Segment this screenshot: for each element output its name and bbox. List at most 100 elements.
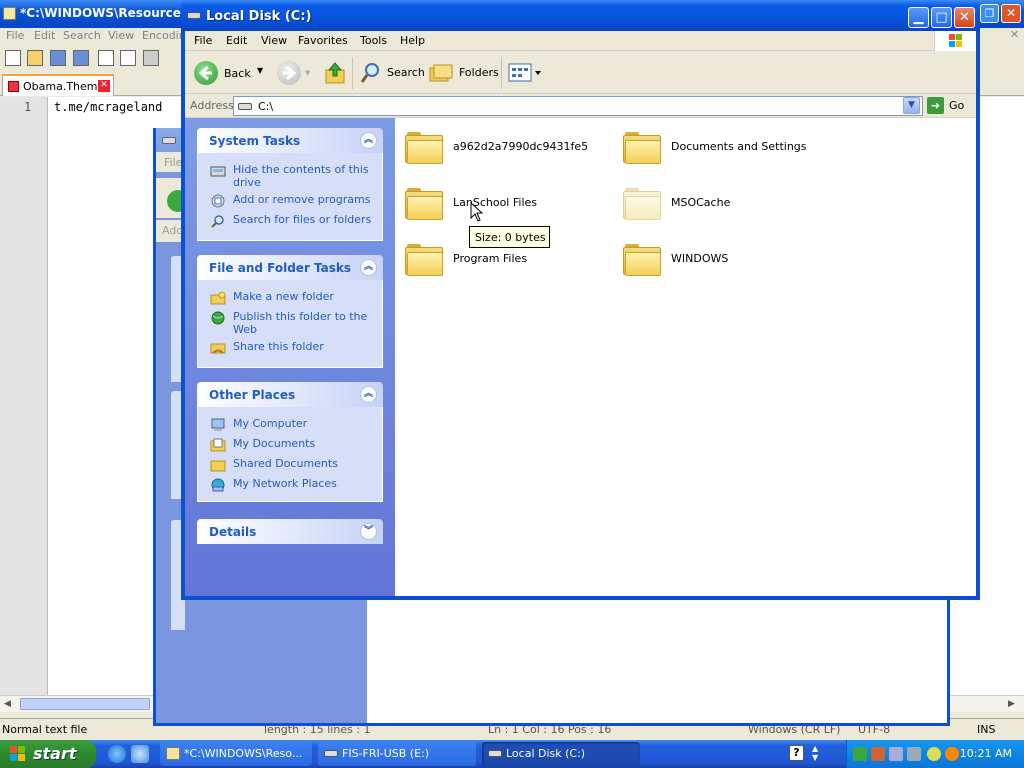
address-input[interactable]: C:\ bbox=[233, 96, 923, 116]
file-folder-tasks-panel: File and Folder Tasks ︽ Make a new folde… bbox=[197, 255, 383, 368]
internet-explorer-icon[interactable] bbox=[108, 745, 126, 763]
file-folder-tasks-header[interactable]: File and Folder Tasks ︽ bbox=[197, 255, 383, 280]
collapse-chevron-icon[interactable]: ︽ bbox=[360, 259, 377, 276]
new-file-icon[interactable] bbox=[5, 50, 21, 66]
close-all-icon[interactable] bbox=[120, 50, 136, 66]
task-publish-web[interactable]: Publish this folder to the Web bbox=[210, 310, 380, 338]
taskbar-button-local-disk[interactable]: Local Disk (C:) bbox=[482, 742, 640, 766]
views-button[interactable] bbox=[508, 62, 542, 84]
scroll-thumb[interactable] bbox=[20, 698, 150, 710]
close-button[interactable]: ✕ bbox=[954, 7, 975, 28]
go-button[interactable]: Go bbox=[949, 99, 964, 112]
address-dropdown-icon[interactable]: ▼ bbox=[903, 97, 920, 114]
background-address-fragment: Add bbox=[156, 220, 184, 242]
folder-item[interactable]: Documents and Settings bbox=[623, 130, 833, 174]
npp-doc-close-icon[interactable]: ✕ bbox=[1010, 28, 1019, 41]
menu-file[interactable]: File bbox=[194, 34, 212, 47]
maximize-button[interactable]: □ bbox=[931, 7, 952, 28]
disconnected-network-icon[interactable] bbox=[871, 747, 885, 761]
folder-item[interactable]: WINDOWS bbox=[623, 242, 833, 286]
back-button[interactable]: Back ▼ bbox=[191, 58, 271, 88]
start-button[interactable]: start bbox=[0, 740, 96, 768]
npp-restore-icon[interactable]: ❐ bbox=[980, 4, 999, 23]
background-menu-fragment[interactable]: File bbox=[156, 152, 184, 172]
tab-close-icon[interactable]: ✕ bbox=[98, 80, 110, 92]
task-make-new-folder[interactable]: Make a new folder bbox=[210, 290, 380, 306]
npp-menu-view[interactable]: View bbox=[108, 29, 134, 42]
drive-icon bbox=[324, 750, 338, 757]
file-folder-tasks-title: File and Folder Tasks bbox=[209, 261, 352, 275]
place-my-computer[interactable]: My Computer bbox=[210, 417, 380, 433]
network-tray-icon[interactable] bbox=[853, 747, 867, 761]
scroll-left-icon[interactable]: ◀ bbox=[4, 699, 11, 709]
notepadpp-app-icon bbox=[3, 7, 16, 20]
npp-close-icon[interactable]: ✕ bbox=[1001, 4, 1021, 23]
search-label: Search bbox=[387, 66, 425, 79]
user-tray-icon[interactable] bbox=[889, 747, 903, 761]
tab-obama-theme[interactable]: Obama.Theme ✕ bbox=[2, 74, 114, 96]
my-computer-icon bbox=[211, 418, 225, 431]
open-file-icon[interactable] bbox=[27, 50, 43, 66]
menu-favorites[interactable]: Favorites bbox=[298, 34, 348, 47]
folder-item[interactable]: LanSchool Files bbox=[405, 186, 615, 230]
folder-item[interactable]: MSOCache bbox=[623, 186, 833, 230]
taskbar-scroll-icon[interactable]: ▲ ▼ bbox=[812, 744, 818, 762]
up-folder-icon bbox=[325, 62, 345, 84]
menu-help[interactable]: Help bbox=[400, 34, 425, 47]
notepad-icon bbox=[166, 747, 180, 760]
system-tasks-header[interactable]: System Tasks ︽ bbox=[197, 128, 383, 153]
minimize-button[interactable]: ▁ bbox=[908, 7, 929, 28]
editor-line-text[interactable]: t.me/mcrageland bbox=[54, 100, 162, 114]
npp-menu-edit[interactable]: Edit bbox=[34, 29, 55, 42]
folders-button[interactable]: Folders bbox=[429, 60, 499, 86]
menu-tools[interactable]: Tools bbox=[360, 34, 387, 47]
toolbar-separator bbox=[352, 57, 353, 89]
explorer-titlebar[interactable]: Local Disk (C:) ▁ □ ✕ bbox=[181, 0, 980, 31]
back-dropdown-icon[interactable]: ▼ bbox=[257, 66, 263, 75]
new-folder-icon bbox=[210, 291, 226, 305]
speaker-icon[interactable] bbox=[927, 747, 941, 761]
collapse-chevron-icon[interactable]: ︽ bbox=[360, 386, 377, 403]
scroll-right-icon[interactable]: ▶ bbox=[1008, 699, 1015, 709]
task-share-folder[interactable]: Share this folder bbox=[210, 340, 380, 356]
save-all-icon[interactable] bbox=[73, 50, 89, 66]
details-header[interactable]: Details ︾ bbox=[197, 519, 383, 544]
shared-documents-icon bbox=[210, 460, 226, 472]
npp-menu-search[interactable]: Search bbox=[63, 29, 101, 42]
task-search-files[interactable]: Search for files or folders bbox=[210, 213, 380, 229]
search-tray-icon[interactable] bbox=[945, 747, 959, 761]
forward-dropdown-icon[interactable]: ▼ bbox=[305, 69, 310, 77]
save-icon[interactable] bbox=[50, 50, 66, 66]
go-arrow-icon[interactable]: ➜ bbox=[927, 97, 944, 114]
print-icon[interactable] bbox=[143, 50, 159, 66]
other-places-header[interactable]: Other Places ︽ bbox=[197, 382, 383, 407]
folder-item[interactable]: Program Files bbox=[405, 242, 615, 286]
place-shared-documents[interactable]: Shared Documents bbox=[210, 457, 380, 473]
expand-chevron-icon[interactable]: ︾ bbox=[360, 523, 377, 540]
taskbar-button-notepadpp[interactable]: *C:\WINDOWS\Reso... bbox=[160, 742, 312, 766]
place-my-network-places[interactable]: My Network Places bbox=[210, 477, 380, 493]
search-button[interactable]: Search bbox=[357, 60, 425, 86]
folder-icon bbox=[623, 130, 661, 164]
place-my-documents[interactable]: My Documents bbox=[210, 437, 380, 453]
task-add-remove-programs[interactable]: Add or remove programs bbox=[210, 193, 380, 209]
task-hide-drive-contents[interactable]: Hide the contents of this drive bbox=[210, 163, 380, 191]
npp-menu-file[interactable]: File bbox=[6, 29, 24, 42]
help-icon[interactable]: ? bbox=[789, 745, 804, 761]
close-file-icon[interactable] bbox=[98, 50, 114, 66]
my-documents-icon bbox=[210, 438, 226, 452]
collapse-chevron-icon[interactable]: ︽ bbox=[360, 132, 377, 149]
up-folder-button[interactable] bbox=[324, 61, 346, 85]
explorer-menubar: File Edit View Favorites Tools Help bbox=[185, 31, 976, 51]
taskbar-button-usb[interactable]: FIS-FRI-USB (E:) bbox=[318, 742, 476, 766]
folder-item[interactable]: a962d2a7990dc9431fe5 bbox=[405, 130, 615, 174]
menu-edit[interactable]: Edit bbox=[226, 34, 247, 47]
window-title: Local Disk (C:) bbox=[206, 9, 312, 24]
task-label: Make a new folder bbox=[233, 290, 334, 303]
menu-view[interactable]: View bbox=[261, 34, 287, 47]
explorer-client: File Edit View Favorites Tools Help Back… bbox=[185, 31, 976, 596]
globe-icon bbox=[211, 311, 225, 325]
forward-button[interactable] bbox=[277, 61, 301, 85]
quicklaunch-app-icon[interactable] bbox=[131, 745, 149, 763]
user-tray-icon[interactable] bbox=[907, 747, 921, 761]
